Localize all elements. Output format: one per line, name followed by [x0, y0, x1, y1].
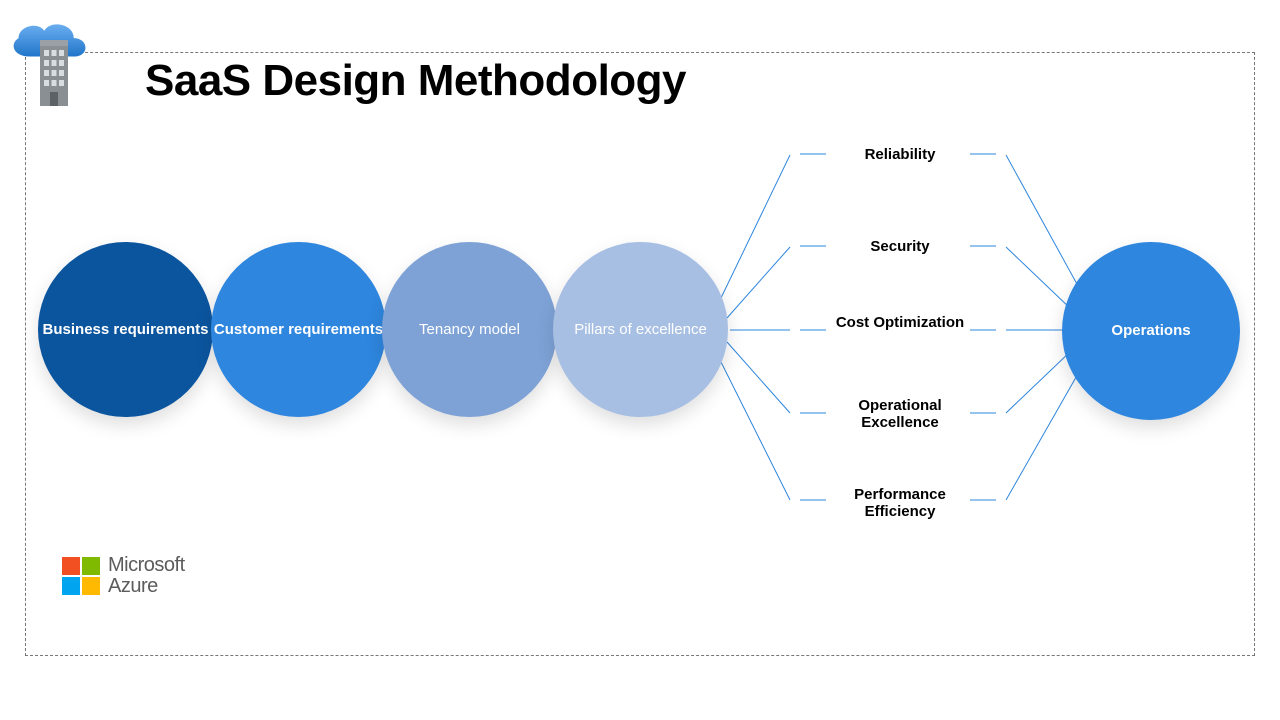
circle-label: Business requirements [43, 321, 209, 339]
circle-label: Pillars of excellence [574, 321, 707, 339]
circle-label: Customer requirements [214, 321, 383, 339]
pillar-operational-excellence: Operational Excellence [830, 397, 970, 432]
circle-tenancy-model: Tenancy model [382, 242, 557, 417]
logo-text: Microsoft Azure [108, 555, 185, 597]
circle-label: Operations [1111, 322, 1190, 340]
pillar-security: Security [830, 238, 970, 255]
circle-customer-requirements: Customer requirements [211, 242, 386, 417]
microsoft-logo-icon [62, 557, 100, 595]
cloud-building-icon [2, 10, 94, 102]
circle-operations: Operations [1062, 242, 1240, 420]
circle-pillars-of-excellence: Pillars of excellence [553, 242, 728, 417]
pillar-cost-optimization: Cost Optimization [830, 314, 970, 331]
logo-line1: Microsoft [108, 555, 185, 576]
page-title: SaaS Design Methodology [145, 56, 686, 106]
circle-business-requirements: Business requirements [38, 242, 213, 417]
microsoft-azure-logo: Microsoft Azure [62, 555, 185, 597]
logo-line2: Azure [108, 576, 185, 597]
pillar-reliability: Reliability [830, 146, 970, 163]
circle-label: Tenancy model [419, 321, 520, 339]
pillar-performance-efficiency: Performance Efficiency [830, 486, 970, 521]
